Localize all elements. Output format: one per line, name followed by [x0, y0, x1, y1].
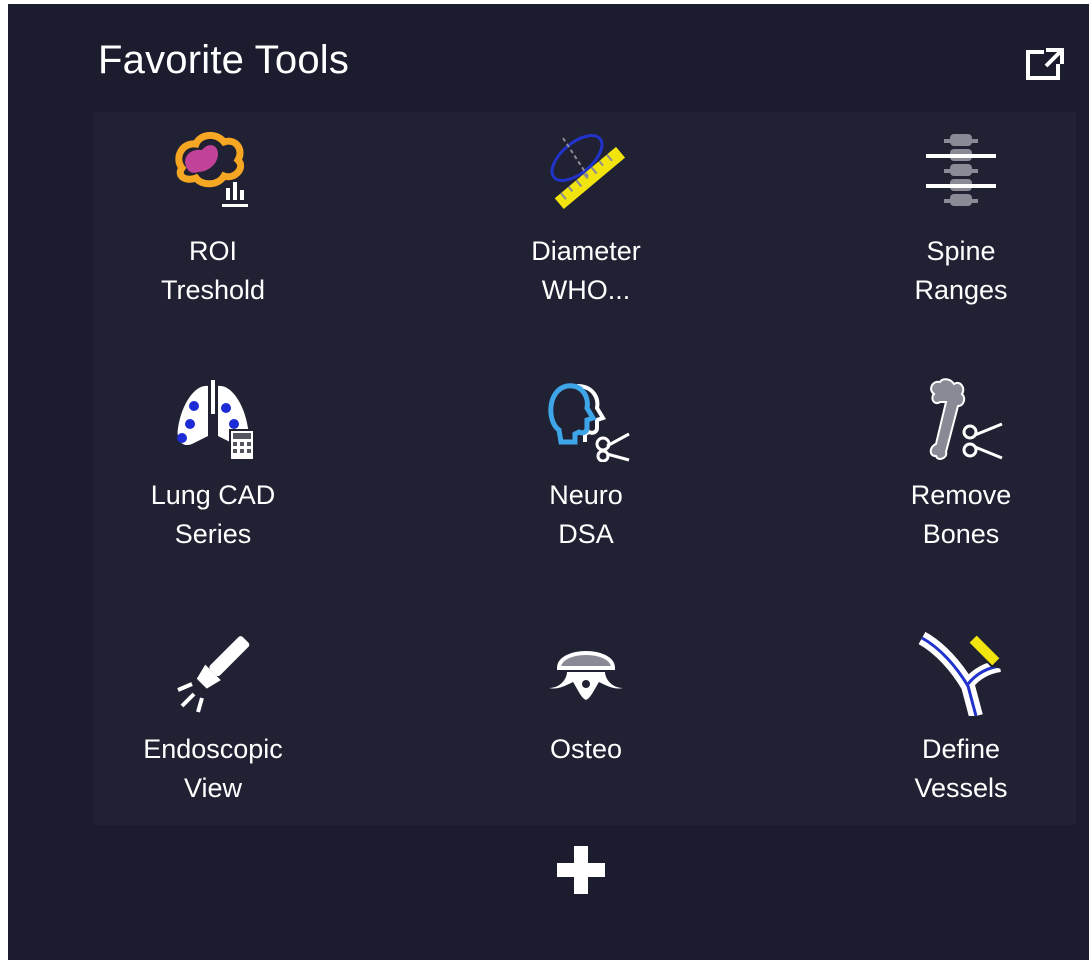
- lung-cad-icon: [177, 380, 255, 461]
- osteo-vertebra-icon: [549, 651, 623, 700]
- diameter-ruler-icon: [550, 134, 626, 210]
- tool-label-line1: Osteo: [549, 734, 623, 764]
- tool-label-line1: Diameter: [531, 236, 641, 266]
- tool-lung-cad-series[interactable]: Lung CAD Series: [83, 356, 343, 586]
- tool-label-line2: Series: [174, 519, 252, 549]
- tool-label-line1: Spine: [926, 236, 996, 266]
- tool-spine-ranges[interactable]: Spine Ranges: [831, 112, 1089, 342]
- tool-diameter-who[interactable]: Diameter WHO...: [456, 112, 716, 342]
- tool-label-line2: View: [183, 773, 243, 803]
- flashlight-icon: [177, 636, 250, 713]
- tool-label-line2: DSA: [558, 519, 614, 549]
- remove-bones-icon: [929, 378, 1003, 460]
- tool-label-line2: Bones: [922, 519, 1000, 549]
- tool-label-line2: Vessels: [914, 773, 1008, 803]
- external-window-icon: [1026, 48, 1064, 80]
- tool-label-line2: Ranges: [914, 275, 1008, 305]
- roi-threshold-icon: [175, 132, 248, 207]
- tool-roi-treshold[interactable]: ROI Treshold: [83, 112, 343, 342]
- tool-neuro-dsa[interactable]: Neuro DSA: [456, 356, 716, 586]
- tool-define-vessels[interactable]: Define Vessels: [831, 610, 1089, 840]
- tool-osteo[interactable]: Osteo: [456, 610, 716, 840]
- tool-label-line1: Neuro: [549, 480, 623, 510]
- spine-ranges-icon: [926, 134, 996, 206]
- favorite-tools-panel: Favorite Tools ROI Treshold Diameter WHO…: [8, 4, 1089, 960]
- tool-remove-bones[interactable]: Remove Bones: [831, 356, 1089, 586]
- tool-label-line1: Lung CAD: [150, 480, 276, 510]
- popout-button[interactable]: [1022, 46, 1066, 82]
- plus-icon: [557, 846, 605, 894]
- tool-label-line2: Treshold: [160, 275, 266, 305]
- tool-endoscopic-view[interactable]: Endoscopic View: [83, 610, 343, 840]
- tool-label-line2: WHO...: [541, 275, 631, 305]
- tool-label-line1: Define: [921, 734, 1001, 764]
- tools-grid: ROI Treshold Diameter WHO... Spine Range…: [93, 112, 1076, 825]
- neuro-dsa-icon: [548, 383, 630, 462]
- tool-label-line1: Endoscopic: [143, 734, 283, 764]
- panel-title: Favorite Tools: [98, 38, 350, 82]
- tool-label-line1: ROI: [188, 236, 237, 266]
- tool-label-line1: Remove: [910, 480, 1012, 510]
- add-tool-button[interactable]: [555, 844, 607, 896]
- define-vessels-icon: [918, 631, 1004, 716]
